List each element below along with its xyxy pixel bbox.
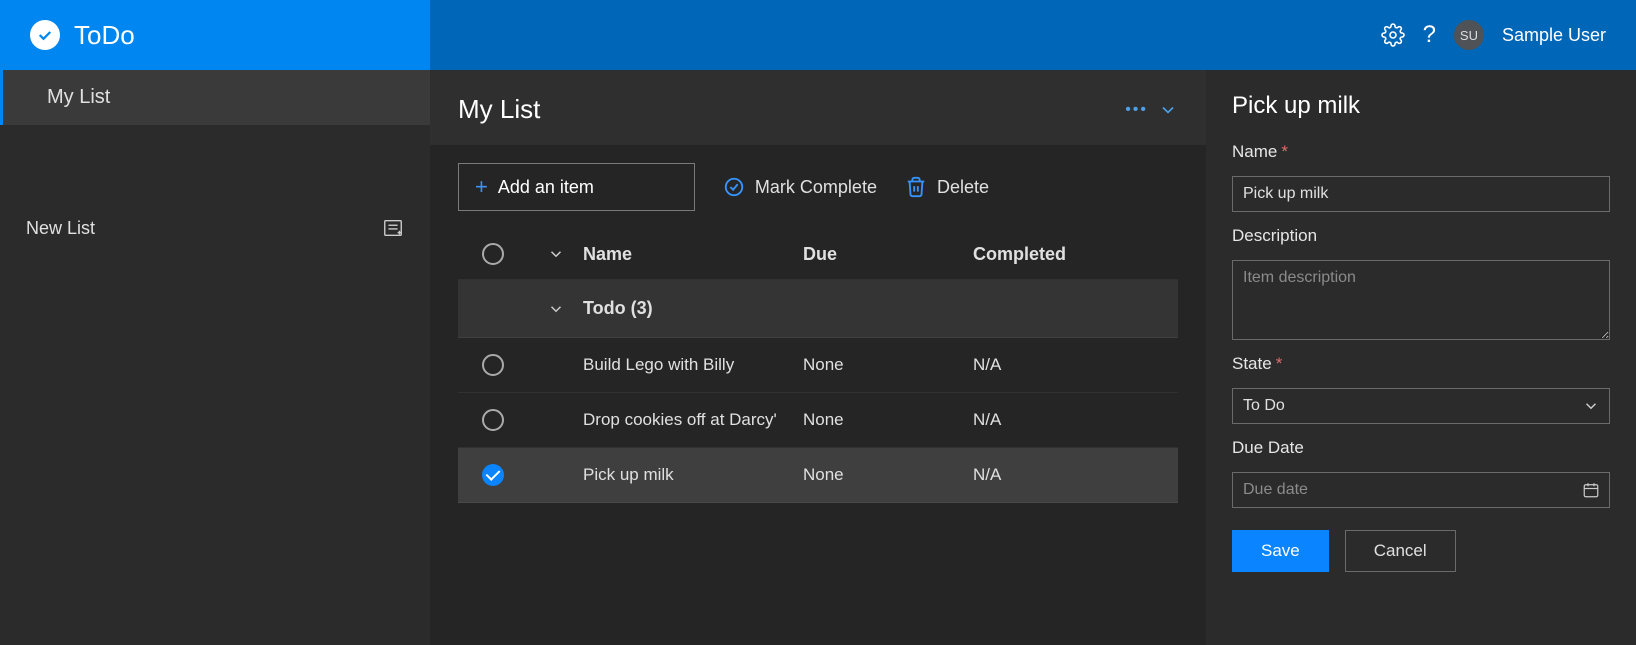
mark-complete-button[interactable]: Mark Complete [723,176,877,198]
avatar[interactable]: SU [1454,20,1484,50]
new-list-label: New List [26,218,95,239]
topbar: ToDo ? SU Sample User [0,0,1636,70]
row-due: None [803,355,973,375]
check-circle-icon [30,20,60,50]
table-row[interactable]: Drop cookies off at Darcy'NoneN/A [458,393,1178,448]
due-date-label: Due Date [1232,438,1610,458]
row-name: Build Lego with Billy [583,355,803,375]
state-select[interactable] [1232,388,1610,424]
row-due: None [803,410,973,430]
new-list-button[interactable]: New List [0,205,430,251]
row-radio[interactable] [482,464,504,486]
mark-complete-label: Mark Complete [755,177,877,198]
table-row[interactable]: Pick up milkNoneN/A [458,448,1178,503]
main-panel: My List ••• + Add an item Mark Complete [430,70,1206,645]
col-name[interactable]: Name [583,244,803,265]
gear-icon[interactable] [1381,23,1405,47]
name-label: Name* [1232,142,1610,162]
sidebar: My List New List [0,70,430,645]
col-completed[interactable]: Completed [973,244,1178,265]
group-row[interactable]: Todo (3) [458,280,1178,338]
help-icon[interactable]: ? [1423,21,1436,49]
row-completed: N/A [973,410,1178,430]
chevron-down-icon[interactable] [547,300,565,318]
user-name[interactable]: Sample User [1502,25,1606,46]
row-radio[interactable] [482,354,504,376]
name-field[interactable] [1232,176,1610,212]
add-item-button[interactable]: + Add an item [458,163,695,211]
col-due[interactable]: Due [803,244,973,265]
row-due: None [803,465,973,485]
page-title: My List [458,94,540,125]
new-list-icon [382,217,404,239]
details-panel: Pick up milk Name* Description State* Du… [1206,70,1636,645]
details-title: Pick up milk [1232,92,1610,120]
add-item-label: Add an item [498,177,594,198]
save-button[interactable]: Save [1232,530,1329,572]
row-name: Drop cookies off at Darcy' [583,410,803,430]
chevron-down-icon[interactable] [547,245,565,263]
row-completed: N/A [973,465,1178,485]
plus-icon: + [475,174,488,200]
chevron-down-icon[interactable] [1158,100,1178,120]
row-completed: N/A [973,355,1178,375]
brand[interactable]: ToDo [0,0,430,70]
row-radio[interactable] [482,409,504,431]
grid-header: Name Due Completed [458,229,1178,280]
select-all-radio[interactable] [482,243,504,265]
group-label: Todo (3) [583,298,653,319]
cancel-button[interactable]: Cancel [1345,530,1456,572]
delete-button[interactable]: Delete [905,176,989,198]
sidebar-item-label: My List [47,86,110,108]
due-date-field[interactable] [1232,472,1610,508]
description-field[interactable] [1232,260,1610,340]
trash-icon [905,176,927,198]
check-circle-outline-icon [723,176,745,198]
sidebar-item-my-list[interactable]: My List [0,70,430,125]
table-row[interactable]: Build Lego with BillyNoneN/A [458,338,1178,393]
items-grid: Name Due Completed Todo (3) Build Lego w… [458,229,1178,503]
state-label: State* [1232,354,1610,374]
description-label: Description [1232,226,1610,246]
app-name: ToDo [74,20,135,51]
delete-label: Delete [937,177,989,198]
more-icon[interactable]: ••• [1125,101,1148,119]
row-name: Pick up milk [583,465,803,485]
